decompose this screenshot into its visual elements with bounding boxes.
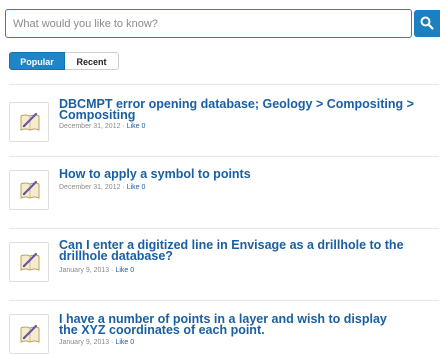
tab-bar: Popular Recent: [9, 52, 119, 70]
meta-separator: ·: [111, 267, 114, 274]
item-title[interactable]: How to apply a symbol to points: [59, 168, 439, 181]
item-meta: January 9, 2013 · Like 0: [59, 339, 134, 346]
search-box[interactable]: [5, 9, 412, 38]
item-title[interactable]: I have a number of points in a layer and…: [59, 313, 399, 337]
like-link[interactable]: Like 0: [127, 184, 146, 191]
item-meta: December 31, 2012 · Like 0: [59, 184, 145, 191]
like-link[interactable]: Like 0: [127, 123, 146, 130]
item-date: January 9, 2013: [59, 339, 110, 346]
item-meta: December 31, 2012 · Like 0: [59, 123, 145, 130]
edit-document-icon: [9, 170, 49, 210]
tab-popular[interactable]: Popular: [9, 52, 65, 70]
item-meta: January 9, 2013 · Like 0: [59, 267, 134, 274]
edit-document-icon: [9, 314, 49, 354]
divider: [9, 228, 439, 229]
item-date: December 31, 2012: [59, 184, 121, 191]
item-date: January 9, 2013: [59, 267, 110, 274]
search-input[interactable]: [6, 10, 411, 37]
item-title[interactable]: DBCMPT error opening database; Geology >…: [59, 98, 440, 122]
item-title[interactable]: Can I enter a digitized line in Envisage…: [59, 239, 440, 263]
divider: [9, 156, 439, 157]
meta-separator: ·: [122, 123, 125, 130]
search-icon: [420, 16, 434, 30]
meta-separator: ·: [122, 184, 125, 191]
tab-recent[interactable]: Recent: [65, 52, 119, 70]
edit-document-icon: [9, 102, 49, 142]
like-link[interactable]: Like 0: [115, 267, 134, 274]
search-button[interactable]: [414, 10, 440, 37]
meta-separator: ·: [111, 339, 114, 346]
like-link[interactable]: Like 0: [115, 339, 134, 346]
edit-document-icon: [9, 242, 49, 282]
divider: [9, 300, 439, 301]
divider: [9, 84, 439, 85]
item-date: December 31, 2012: [59, 123, 121, 130]
